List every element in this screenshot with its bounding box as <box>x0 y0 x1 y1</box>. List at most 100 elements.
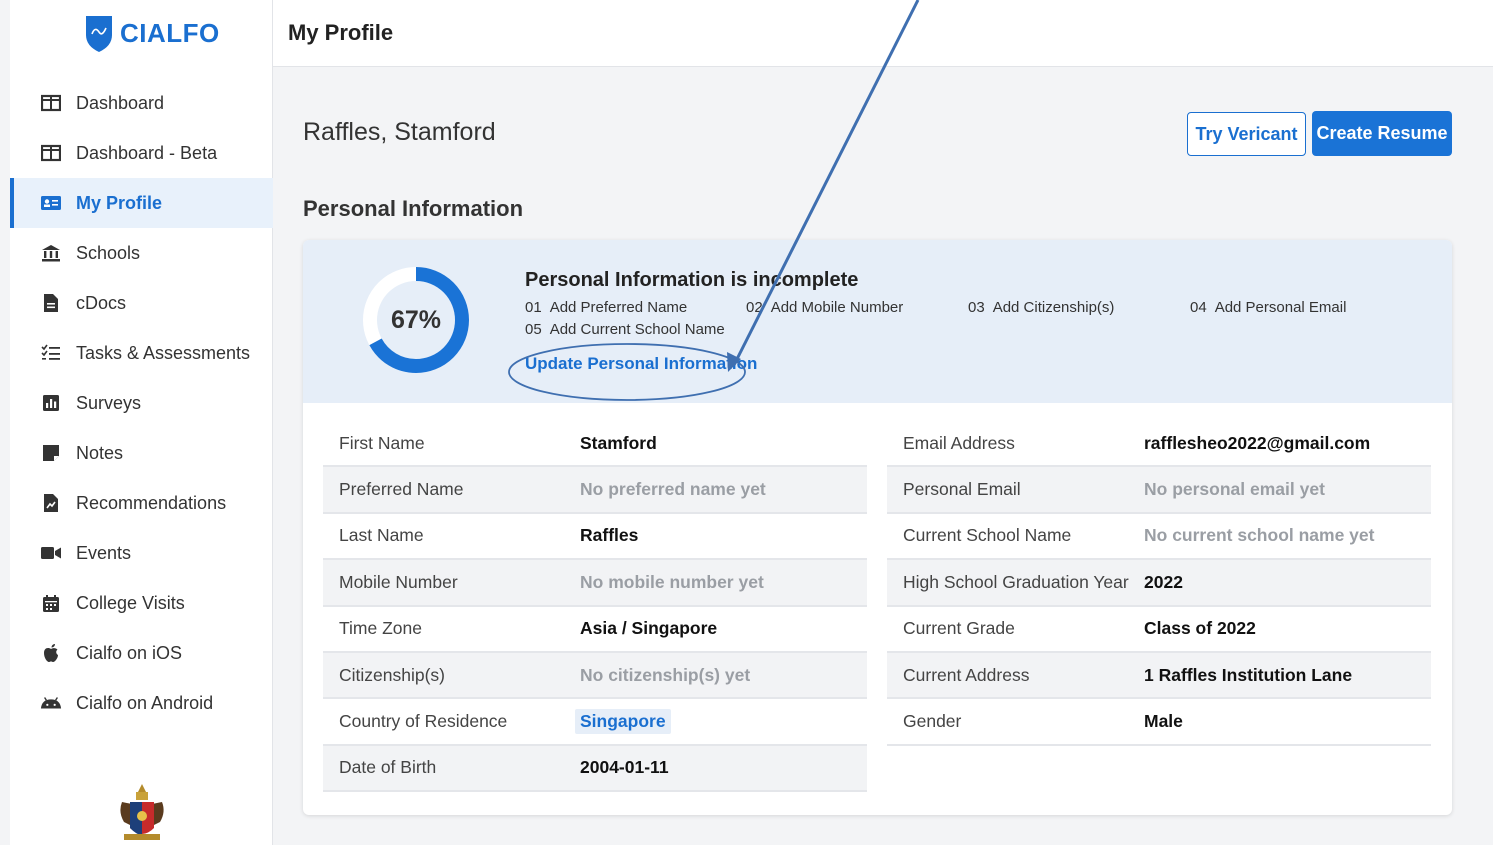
note-icon <box>40 442 62 464</box>
detail-value: 2004-01-11 <box>580 757 669 778</box>
detail-value: No mobile number yet <box>580 571 764 592</box>
sidebar-item-events[interactable]: Events <box>10 528 273 578</box>
sidebar-item-notes[interactable]: Notes <box>10 428 273 478</box>
document-icon <box>40 292 62 314</box>
details-column-right: Email Address rafflesheo2022@gmail.com P… <box>887 421 1431 746</box>
todo-label: Add Personal Email <box>1214 299 1347 316</box>
todo-item: 01 Add Preferred Name <box>525 299 687 316</box>
top-bar: My Profile <box>273 0 1493 67</box>
detail-value: Asia / Singapore <box>580 618 718 639</box>
sidebar-item-label: Cialfo on Android <box>76 692 214 713</box>
detail-row-citizenship: Citizenship(s) No citizenship(s) yet <box>323 652 867 700</box>
try-vericant-button[interactable]: Try Vericant <box>1187 112 1306 156</box>
brand-logo[interactable]: CIALFO <box>84 12 220 54</box>
checklist-icon <box>40 342 62 364</box>
calendar-icon <box>40 592 62 614</box>
todo-number: 05 <box>525 321 542 338</box>
sidebar-item-cialfo-android[interactable]: Cialfo on Android <box>10 678 273 728</box>
detail-value: rafflesheo2022@gmail.com <box>1144 432 1371 453</box>
detail-label: Current Address <box>903 664 1030 685</box>
update-personal-info-link[interactable]: Update Personal Information <box>525 354 757 374</box>
details-column-left: First Name Stamford Preferred Name No pr… <box>323 421 867 793</box>
detail-row-personal-email: Personal Email No personal email yet <box>887 467 1431 514</box>
detail-label: First Name <box>339 432 425 453</box>
detail-row-last-name: Last Name Raffles <box>323 514 867 561</box>
completion-title: Personal Information is incomplete <box>525 269 859 291</box>
sidebar-item-cialfo-ios[interactable]: Cialfo on iOS <box>10 628 273 678</box>
create-resume-button[interactable]: Create Resume <box>1312 111 1452 156</box>
detail-label: Current School Name <box>903 525 1072 546</box>
todo-number: 04 <box>1190 299 1207 316</box>
sidebar-item-dashboard[interactable]: Dashboard <box>10 78 273 128</box>
detail-label: Current Grade <box>903 618 1015 639</box>
detail-row-date-of-birth: Date of Birth 2004-01-11 <box>323 745 867 793</box>
detail-value: Stamford <box>580 432 657 453</box>
detail-row-gender: Gender Male <box>887 699 1431 746</box>
sidebar-item-schools[interactable]: Schools <box>10 228 273 278</box>
bar-chart-icon <box>40 392 62 414</box>
detail-row-preferred-name: Preferred Name No preferred name yet <box>323 467 867 514</box>
sidebar: CIALFO Dashboard Dashboard - Beta My Pro… <box>10 0 273 845</box>
sidebar-item-cdocs[interactable]: cDocs <box>10 278 273 328</box>
sidebar-item-label: Notes <box>76 442 124 463</box>
dashboard-beta-icon <box>40 142 62 164</box>
detail-label: Mobile Number <box>339 571 458 592</box>
sidebar-item-label: Cialfo on iOS <box>76 642 183 663</box>
detail-value: Class of 2022 <box>1144 618 1256 639</box>
sidebar-item-label: My Profile <box>76 192 163 213</box>
sidebar-item-label: Surveys <box>76 392 142 413</box>
page-title: My Profile <box>288 20 394 45</box>
detail-row-time-zone: Time Zone Asia / Singapore <box>323 607 867 653</box>
detail-row-current-grade: Current Grade Class of 2022 <box>887 607 1431 653</box>
sidebar-item-label: Dashboard <box>76 92 165 113</box>
video-camera-icon <box>40 542 62 564</box>
sidebar-item-recommendations[interactable]: Recommendations <box>10 478 273 528</box>
sidebar-item-label: Tasks & Assessments <box>76 342 251 363</box>
student-name: Raffles, Stamford <box>303 118 496 146</box>
detail-label: Preferred Name <box>339 479 464 500</box>
detail-value: No preferred name yet <box>580 479 766 500</box>
sidebar-item-label: College Visits <box>76 592 185 613</box>
detail-value: 1 Raffles Institution Lane <box>1144 664 1353 685</box>
todo-label: Add Preferred Name <box>549 299 688 316</box>
dashboard-icon <box>40 92 62 114</box>
detail-label: Email Address <box>903 432 1015 453</box>
detail-label: Last Name <box>339 525 424 546</box>
sidebar-item-dashboard-beta[interactable]: Dashboard - Beta <box>10 128 273 178</box>
detail-value: No current school name yet <box>1144 525 1375 546</box>
apple-icon <box>40 642 62 664</box>
personal-info-card: 67% Personal Information is incomplete 0… <box>303 240 1452 815</box>
recommendation-icon <box>40 492 62 514</box>
school-crest-image <box>120 784 164 840</box>
brand-name: CIALFO <box>120 17 220 48</box>
todo-label: Add Current School Name <box>549 321 725 338</box>
sidebar-item-surveys[interactable]: Surveys <box>10 378 273 428</box>
detail-label: Date of Birth <box>339 757 437 778</box>
detail-value: No citizenship(s) yet <box>580 664 751 685</box>
detail-value: Raffles <box>580 525 639 546</box>
todo-item: 05 Add Current School Name <box>525 321 725 338</box>
detail-label: Gender <box>903 711 962 732</box>
profile-card-icon <box>40 192 62 214</box>
sidebar-item-my-profile[interactable]: My Profile <box>10 178 273 228</box>
sidebar-item-label: Schools <box>76 242 141 263</box>
detail-row-first-name: First Name Stamford <box>323 421 867 468</box>
todo-label: Add Citizenship(s) <box>992 299 1115 316</box>
todo-item: 02 Add Mobile Number <box>746 299 903 316</box>
detail-label: Time Zone <box>339 618 422 639</box>
bank-icon <box>40 242 62 264</box>
detail-row-current-address: Current Address 1 Raffles Institution La… <box>887 652 1431 700</box>
sidebar-item-tasks[interactable]: Tasks & Assessments <box>10 328 273 378</box>
detail-row-country-of-residence: Country of Residence Singapore <box>323 699 867 746</box>
detail-row-mobile-number: Mobile Number No mobile number yet <box>323 560 867 607</box>
sidebar-item-label: Dashboard - Beta <box>76 142 218 163</box>
detail-label: Personal Email <box>903 479 1021 500</box>
detail-value: No personal email yet <box>1144 479 1325 500</box>
section-title: Personal Information <box>303 196 524 221</box>
sidebar-item-college-visits[interactable]: College Visits <box>10 578 273 628</box>
completion-percent: 67% <box>390 305 442 334</box>
shield-logo-icon <box>86 16 112 52</box>
country-link[interactable]: Singapore <box>575 709 671 735</box>
detail-row-current-school: Current School Name No current school na… <box>887 514 1431 561</box>
sidebar-item-label: Recommendations <box>76 492 227 513</box>
